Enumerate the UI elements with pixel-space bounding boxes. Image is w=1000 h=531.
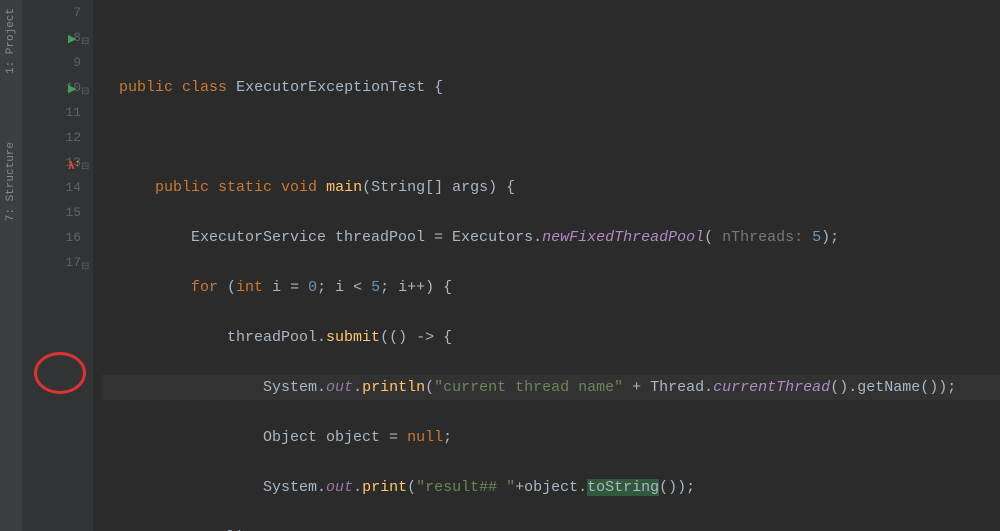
line-number: 16 [23, 225, 81, 250]
line-number: 7 [23, 0, 81, 25]
editor[interactable]: 7 8 9 10 11 12 13 14 15 16 17 ▶ ▶ λ↑ ⊟ ⊟ [23, 0, 1000, 531]
fold-end-icon[interactable]: ⊟ [81, 255, 89, 280]
run-gutter-icon[interactable]: ▶ [68, 28, 76, 53]
fold-icon[interactable]: ⊟ [81, 30, 89, 55]
left-tool-tabs: 1: Project 7: Structure [0, 0, 23, 531]
main-area: 7 8 9 10 11 12 13 14 15 16 17 ▶ ▶ λ↑ ⊟ ⊟ [23, 0, 1000, 531]
fold-icon[interactable]: ⊟ [81, 155, 89, 180]
structure-tab[interactable]: 7: Structure [5, 138, 17, 225]
gutter: 7 8 9 10 11 12 13 14 15 16 17 ▶ ▶ λ↑ ⊟ ⊟ [23, 0, 93, 531]
code-body[interactable]: public class ExecutorExceptionTest { pub… [93, 0, 1000, 531]
fold-column: ⊟ ⊟ ⊟ ⊟ [79, 0, 93, 531]
line-number: 11 [23, 100, 81, 125]
project-tab[interactable]: 1: Project [5, 4, 17, 78]
line-number: 9 [23, 50, 81, 75]
line-number: 17 [23, 250, 81, 275]
line-number: 15 [23, 200, 81, 225]
run-gutter-icon[interactable]: ▶ [68, 78, 76, 103]
project-tab-label: 1: Project [5, 8, 17, 74]
line-number: 12 [23, 125, 81, 150]
fold-icon[interactable]: ⊟ [81, 80, 89, 105]
structure-tab-label: 7: Structure [5, 142, 17, 221]
